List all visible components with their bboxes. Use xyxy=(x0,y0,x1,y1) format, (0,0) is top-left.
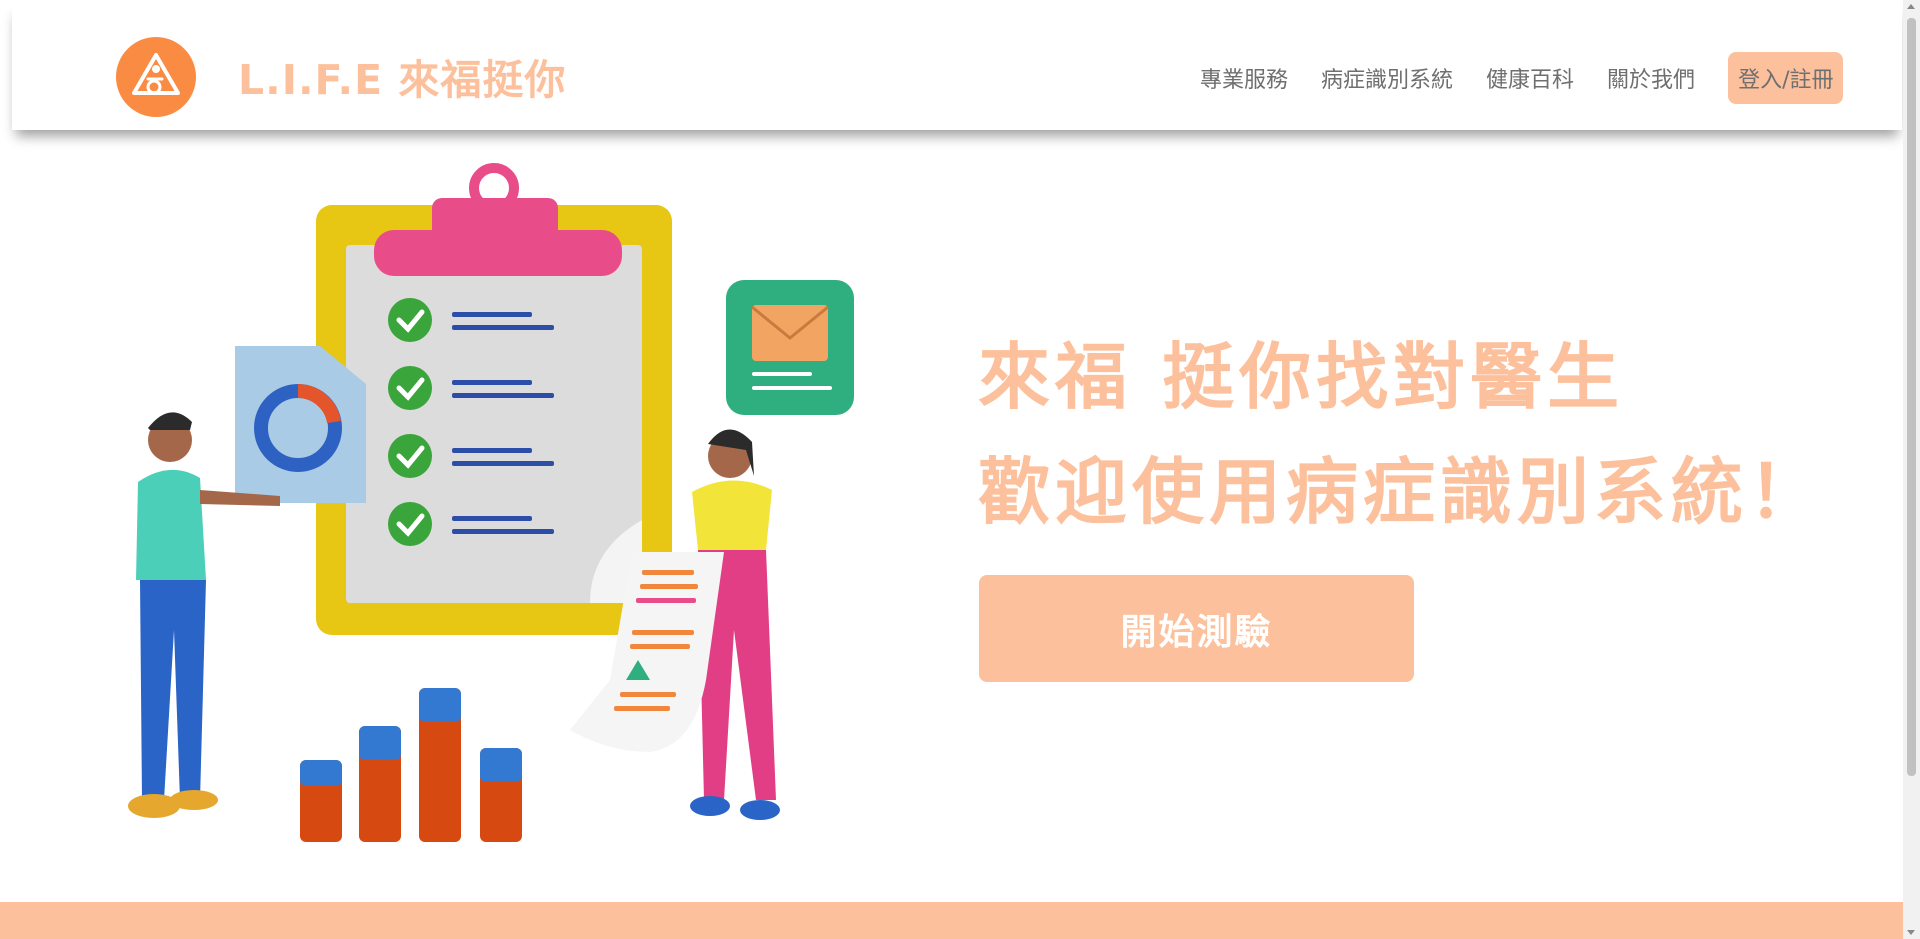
nav-item-diagnosis-system[interactable]: 病症識別系統 xyxy=(1321,62,1453,94)
scrollbar-thumb[interactable] xyxy=(1907,18,1916,776)
scroll-down-arrow-icon[interactable] xyxy=(1907,930,1915,935)
scroll-up-arrow-icon[interactable] xyxy=(1907,4,1915,9)
main-nav: 專業服務 病症識別系統 健康百科 關於我們 登入/註冊 xyxy=(1200,52,1844,104)
footer-band xyxy=(0,902,1903,939)
brand-title[interactable]: L.I.F.E 來福挺你 xyxy=(238,46,566,106)
page: L.I.F.E 來福挺你 專業服務 病症識別系統 健康百科 關於我們 登入/註冊 xyxy=(0,0,1920,939)
nav-item-services[interactable]: 專業服務 xyxy=(1200,62,1288,94)
vertical-scrollbar[interactable] xyxy=(1903,0,1920,939)
hero-illustration xyxy=(120,160,880,860)
nav-item-about-us[interactable]: 關於我們 xyxy=(1607,62,1695,94)
nav-item-health-encyclopedia[interactable]: 健康百科 xyxy=(1486,62,1574,94)
top-navbar: L.I.F.E 來福挺你 專業服務 病症識別系統 健康百科 關於我們 登入/註冊 xyxy=(12,2,1902,130)
login-register-button[interactable]: 登入/註冊 xyxy=(1728,52,1844,104)
start-test-button[interactable]: 開始測驗 xyxy=(979,575,1414,682)
hero-headline-line1: 來福 挺你找對醫生 xyxy=(978,335,1625,419)
mail-icon xyxy=(726,280,854,415)
hero-headline-line2: 歡迎使用病症識別系統！ xyxy=(978,450,1826,534)
logo-icon[interactable] xyxy=(116,37,196,117)
